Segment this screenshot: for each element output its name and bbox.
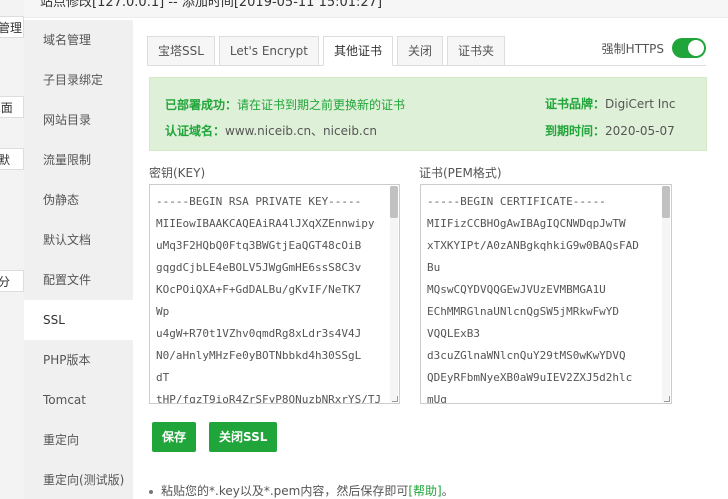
key-line: gqgdCjbLE4eBOLV5JWgGmHE6ssS8C3v xyxy=(156,261,362,274)
deployed-status: 已部署成功：请在证书到期之前更换新的证书 xyxy=(165,96,405,113)
sidebar-item-php[interactable]: PHP版本 xyxy=(24,340,133,380)
tips-text: 粘贴您的*.key以及*.pem内容，然后保存即可 xyxy=(161,484,409,498)
save-button[interactable]: 保存 xyxy=(152,422,197,452)
brand-key: 证书品牌： xyxy=(545,97,606,111)
background-item: 站管理 xyxy=(0,16,24,38)
background-item: 改默 xyxy=(0,148,24,170)
cert-domain: 认证域名：www.niceib.cn、niceib.cn xyxy=(165,122,377,139)
background-item: 部分 xyxy=(0,270,24,292)
cert-scrollbar[interactable] xyxy=(662,186,670,402)
cert-status-box: 已部署成功：请在证书到期之前更换新的证书 认证域名：www.niceib.cn、… xyxy=(149,77,707,151)
sidebar-item-domain[interactable]: 域名管理 xyxy=(24,20,133,60)
sidebar-item-rewrite[interactable]: 伪静态 xyxy=(24,180,133,220)
close-ssl-button[interactable]: 关闭SSL xyxy=(209,422,278,452)
background-page: 站管理 ux面 改默 部分 xyxy=(0,0,24,499)
key-field-label: 密钥(KEY) xyxy=(149,166,206,180)
tips: 粘贴您的*.key以及*.pem内容，然后保存即可[帮助]。 xyxy=(149,482,454,499)
cert-line: EChMMRGlnaUNlcnQgSW5jMRkwFwYD xyxy=(427,305,620,318)
modal-title: 站点修改[127.0.0.1] -- 添加时间[2019-05-11 15:01… xyxy=(24,0,728,18)
tab-bt-ssl[interactable]: 宝塔SSL xyxy=(147,36,215,66)
cert-line: -----BEGIN CERTIFICATE----- xyxy=(427,195,606,208)
scroll-thumb[interactable] xyxy=(662,186,670,218)
key-line: KOcPOiQXA+F+GdDALBu/gKvIF/NeTK7 xyxy=(156,283,362,296)
resize-handle-icon[interactable] xyxy=(664,396,670,402)
scroll-thumb[interactable] xyxy=(390,186,398,218)
sidebar-item-traffic[interactable]: 流量限制 xyxy=(24,140,133,180)
key-textarea[interactable]: -----BEGIN RSA PRIVATE KEY----- MIIEowIB… xyxy=(149,184,400,404)
sidebar: 域名管理 子目录绑定 网站目录 流量限制 伪静态 默认文档 配置文件 SSL P… xyxy=(24,20,133,499)
cert-field-label: 证书(PEM格式) xyxy=(419,166,502,180)
force-https: 强制HTTPS xyxy=(602,36,706,60)
cert-line: VQQLExB3 xyxy=(427,327,480,340)
force-https-toggle[interactable] xyxy=(672,38,706,58)
cert-line: d3cuZGlnaWNlcnQuY29tMS0wKwYDVQ xyxy=(427,349,626,362)
cert-brand: 证书品牌：DigiCert Inc xyxy=(545,95,676,112)
help-link[interactable]: [帮助] xyxy=(408,484,441,498)
tab-other-cert[interactable]: 其他证书 xyxy=(323,36,394,66)
deployed-key: 已部署成功： xyxy=(165,98,238,112)
key-line: uMq3F2HQbQ0Ftq3BWGtjEaQGT48cOiB xyxy=(156,239,362,252)
sidebar-item-subdir[interactable]: 子目录绑定 xyxy=(24,60,133,100)
ssl-tabs: 宝塔SSL Let's Encrypt 其他证书 关闭 证书夹 xyxy=(147,36,509,66)
cert-line: Bu xyxy=(427,261,441,274)
sidebar-item-redirect-beta[interactable]: 重定向(测试版) xyxy=(24,460,133,499)
cert-line: MQswCQYDVQQGEwJVUzEVMBMGA1U xyxy=(427,283,606,296)
ssl-panel: 宝塔SSL Let's Encrypt 其他证书 关闭 证书夹 强制HTTPS … xyxy=(133,20,728,499)
cert-line: MIIFizCCBHOgAwIBAgIQCNWDqpJwTW xyxy=(427,217,626,230)
domain-key: 认证域名： xyxy=(165,124,226,138)
tab-lets-encrypt[interactable]: Let's Encrypt xyxy=(218,36,319,66)
key-scrollbar[interactable] xyxy=(390,186,398,402)
cert-expiry: 到期时间：2020-05-07 xyxy=(545,122,675,139)
cert-line: xTXKYIPt/A0zANBgkqhkiG9w0BAQsFAD xyxy=(427,239,639,252)
expiry-key: 到期时间： xyxy=(545,124,606,138)
bullet-icon xyxy=(149,489,153,494)
sidebar-item-default-doc[interactable]: 默认文档 xyxy=(24,220,133,260)
tips-end: 。 xyxy=(441,484,454,498)
cert-textarea[interactable]: -----BEGIN CERTIFICATE----- MIIFizCCBHOg… xyxy=(420,184,672,404)
sidebar-item-redirect[interactable]: 重定向 xyxy=(24,420,133,460)
site-edit-modal: 站点修改[127.0.0.1] -- 添加时间[2019-05-11 15:01… xyxy=(24,0,728,499)
sidebar-item-ssl[interactable]: SSL xyxy=(24,300,133,340)
toggle-knob xyxy=(688,40,704,56)
sidebar-item-config[interactable]: 配置文件 xyxy=(24,260,133,300)
cert-line: mUg xyxy=(427,393,447,404)
deployed-message: 请在证书到期之前更换新的证书 xyxy=(237,98,406,112)
key-line: u4gW+R70t1VZhv0qmdRg8xLdr3s4V4J xyxy=(156,327,362,340)
key-line: MIIEowIBAAKCAQEAiRA4lJXqXZEnnwipy xyxy=(156,217,375,230)
brand-value: DigiCert Inc xyxy=(605,97,676,111)
tab-cert-folder[interactable]: 证书夹 xyxy=(447,36,506,66)
key-line: N0/aHnlyMHzFe0yBOTNbbkd4h30SSgL xyxy=(156,349,362,362)
key-line: -----BEGIN RSA PRIVATE KEY----- xyxy=(156,195,362,208)
resize-handle-icon[interactable] xyxy=(392,396,398,402)
background-item: ux面 xyxy=(0,96,24,118)
domain-value: www.niceib.cn、niceib.cn xyxy=(225,124,377,138)
key-line: tHP/fqzT9ioR4ZrSFyP8ONuzbNRxrYS/TJ xyxy=(156,393,382,404)
key-line: Wp xyxy=(156,305,170,318)
key-line: dT xyxy=(156,371,170,384)
cert-line: QDEyRFbmNyeXB0aW9uIEV2ZXJ5d2hlc xyxy=(427,371,633,384)
sidebar-item-tomcat[interactable]: Tomcat xyxy=(24,380,133,420)
expiry-value: 2020-05-07 xyxy=(605,124,675,138)
force-https-label: 强制HTTPS xyxy=(601,41,664,56)
sidebar-item-site-dir[interactable]: 网站目录 xyxy=(24,100,133,140)
tab-close[interactable]: 关闭 xyxy=(397,36,444,66)
